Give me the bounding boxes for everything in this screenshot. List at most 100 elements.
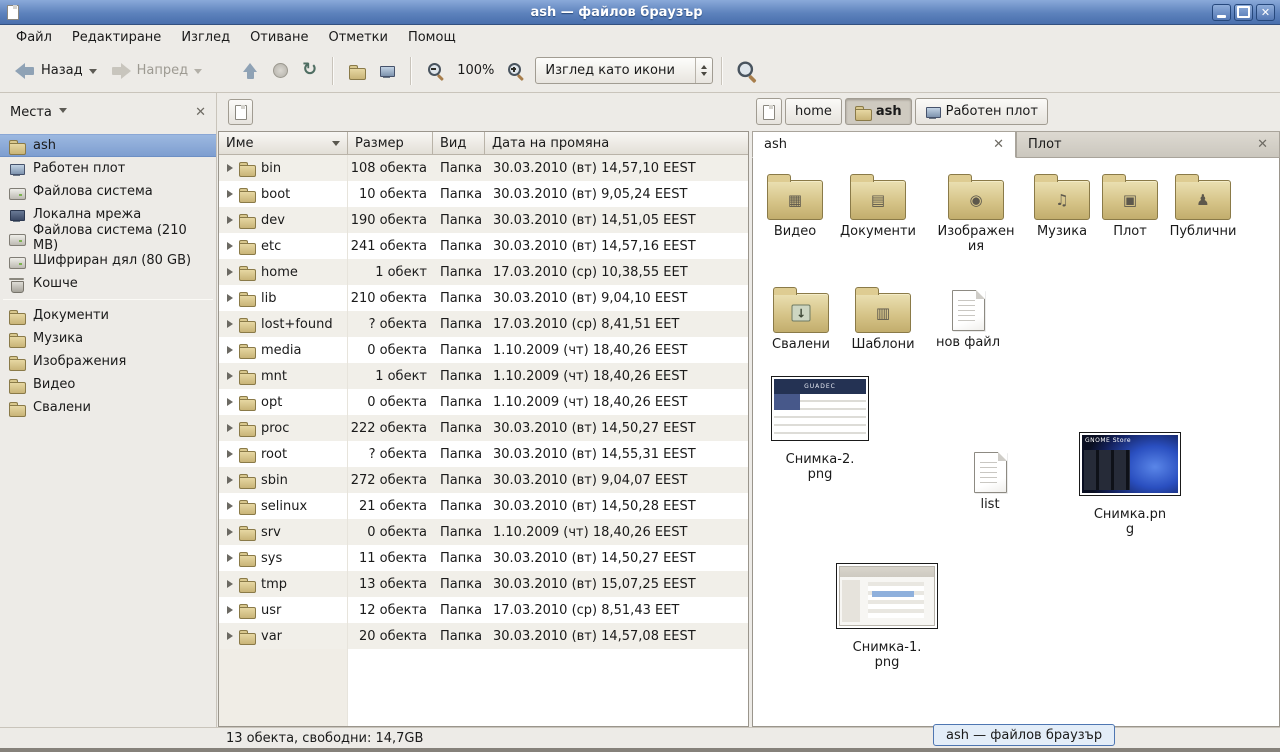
up-button[interactable]	[235, 57, 266, 85]
expander-icon[interactable]	[227, 242, 233, 250]
icon-grid-item[interactable]: ▤ Документи	[836, 172, 920, 240]
expander-icon[interactable]	[227, 268, 233, 276]
tree-row[interactable]: boot 10 обекта Папка 30.03.2010 (вт) 9,0…	[219, 181, 748, 207]
tree-row[interactable]: usr 12 обекта Папка 17.03.2010 (ср) 8,51…	[219, 597, 748, 623]
search-button[interactable]	[731, 56, 762, 85]
tree-row[interactable]: dev 190 обекта Папка 30.03.2010 (вт) 14,…	[219, 207, 748, 233]
chevron-down-icon[interactable]	[89, 69, 97, 78]
reload-button[interactable]	[295, 56, 324, 85]
back-button[interactable]: Назад	[8, 57, 104, 85]
tree-row[interactable]: lib 210 обекта Папка 30.03.2010 (вт) 9,0…	[219, 285, 748, 311]
expander-icon[interactable]	[227, 372, 233, 380]
icon-grid-item[interactable]: list	[948, 445, 1032, 513]
icon-grid-item[interactable]: ◉ Изображения	[934, 172, 1018, 255]
tree-row[interactable]: srv 0 обекта Папка 1.10.2009 (чт) 18,40,…	[219, 519, 748, 545]
expander-icon[interactable]	[227, 450, 233, 458]
column-header-type[interactable]: Вид	[433, 132, 485, 155]
tree-row[interactable]: selinux 21 обекта Папка 30.03.2010 (вт) …	[219, 493, 748, 519]
expander-icon[interactable]	[227, 632, 233, 640]
icon-grid-item[interactable]: ▥ Шаблони	[841, 285, 925, 353]
titlebar[interactable]: ash — файлов браузър	[0, 0, 1280, 25]
tree-row[interactable]: home 1 обект Папка 17.03.2010 (ср) 10,38…	[219, 259, 748, 285]
sidebar-item[interactable]: Файлова система (210 MB)	[0, 226, 216, 249]
tab-close-button[interactable]	[993, 137, 1004, 152]
computer-button[interactable]	[372, 57, 402, 85]
icon-grid-item[interactable]: Снимка-1.png	[832, 563, 942, 671]
crumb-root-button[interactable]	[756, 98, 782, 125]
close-sidebar-button[interactable]	[195, 105, 206, 120]
expander-icon[interactable]	[227, 190, 233, 198]
tree-row[interactable]: media 0 обекта Папка 1.10.2009 (чт) 18,4…	[219, 337, 748, 363]
icon-grid-item[interactable]: ♟ Публични	[1161, 172, 1245, 240]
tab-plot[interactable]: Плот	[1016, 131, 1280, 158]
column-header-date[interactable]: Дата на промяна	[485, 132, 748, 155]
icon-grid-item[interactable]: нов файл	[926, 283, 1010, 351]
icon-grid-item[interactable]: ▦ Видео	[753, 172, 837, 240]
expander-icon[interactable]	[227, 606, 233, 614]
sidebar-item[interactable]: Музика	[0, 327, 216, 350]
expander-icon[interactable]	[227, 398, 233, 406]
icon-grid-item[interactable]: GUADEC GUADEC Снимка-2.png	[765, 376, 875, 483]
expander-icon[interactable]	[227, 216, 233, 224]
menu-item[interactable]: Отметки	[318, 27, 397, 48]
sidebar-item[interactable]: Работен плот	[0, 157, 216, 180]
forward-button[interactable]: Напред	[104, 57, 209, 85]
expander-icon[interactable]	[227, 528, 233, 536]
sidebar-item[interactable]: Изображения	[0, 350, 216, 373]
menu-item[interactable]: Изглед	[171, 27, 240, 48]
home-button[interactable]	[342, 57, 372, 85]
expander-icon[interactable]	[227, 502, 233, 510]
tree-row[interactable]: root ? обекта Папка 30.03.2010 (вт) 14,5…	[219, 441, 748, 467]
zoom-out-button[interactable]	[420, 56, 451, 85]
tree-row[interactable]: opt 0 обекта Папка 1.10.2009 (чт) 18,40,…	[219, 389, 748, 415]
sidebar-item[interactable]: Свалени	[0, 396, 216, 419]
icon-view-canvas[interactable]: ▦ Видео	[752, 158, 1280, 727]
icon-grid-item[interactable]: ↓ Свалени	[759, 285, 843, 353]
zoom-in-button[interactable]	[500, 56, 531, 85]
stop-button[interactable]	[266, 57, 295, 84]
menu-item[interactable]: Помощ	[398, 27, 466, 48]
sidebar-item[interactable]: Кошче	[0, 272, 216, 295]
tree-row[interactable]: lost+found ? обекта Папка 17.03.2010 (ср…	[219, 311, 748, 337]
tree-row[interactable]: sbin 272 обекта Папка 30.03.2010 (вт) 9,…	[219, 467, 748, 493]
tree-row[interactable]: sys 11 обекта Папка 30.03.2010 (вт) 14,5…	[219, 545, 748, 571]
crumb-home-button[interactable]: home	[785, 98, 842, 125]
tree-row[interactable]: proc 222 обекта Папка 30.03.2010 (вт) 14…	[219, 415, 748, 441]
pane-toggle-button[interactable]	[228, 99, 253, 125]
sidebar-item[interactable]: ash	[0, 134, 216, 157]
expander-icon[interactable]	[227, 294, 233, 302]
sidebar-item[interactable]: Видео	[0, 373, 216, 396]
crumb-ash-button[interactable]: ash	[845, 98, 912, 125]
tree-row[interactable]: mnt 1 обект Папка 1.10.2009 (чт) 18,40,2…	[219, 363, 748, 389]
tree-row[interactable]: bin 108 обекта Папка 30.03.2010 (вт) 14,…	[219, 155, 748, 181]
icon-grid-item[interactable]: GNOME Store GNOME Store Снимка.png	[1075, 432, 1185, 538]
places-selector-chevron-icon[interactable]	[59, 108, 67, 117]
column-header-size[interactable]: Размер	[348, 132, 433, 155]
view-mode-select[interactable]: Изглед като икони	[535, 57, 713, 84]
menu-item[interactable]: Отиване	[240, 27, 318, 48]
column-header-name[interactable]: Име	[219, 132, 348, 155]
minimize-button[interactable]	[1212, 4, 1231, 21]
spinner-arrows-icon[interactable]	[695, 58, 712, 83]
expander-icon[interactable]	[227, 320, 233, 328]
tab-close-button[interactable]	[1257, 137, 1268, 152]
close-button[interactable]	[1256, 4, 1275, 21]
menu-item[interactable]: Файл	[6, 27, 62, 48]
crumb-desktop-button[interactable]: Работен плот	[915, 98, 1048, 125]
expander-icon[interactable]	[227, 554, 233, 562]
expander-icon[interactable]	[227, 476, 233, 484]
sidebar-item[interactable]: Шифриран дял (80 GB)	[0, 249, 216, 272]
sidebar-item[interactable]: Файлова система	[0, 180, 216, 203]
expander-icon[interactable]	[227, 346, 233, 354]
expander-icon[interactable]	[227, 424, 233, 432]
menu-item[interactable]: Редактиране	[62, 27, 171, 48]
tree-row[interactable]: var 20 обекта Папка 30.03.2010 (вт) 14,5…	[219, 623, 748, 649]
tree-row[interactable]: tmp 13 обекта Папка 30.03.2010 (вт) 15,0…	[219, 571, 748, 597]
tab-ash[interactable]: ash	[752, 131, 1016, 158]
sidebar-item[interactable]: Документи	[0, 304, 216, 327]
maximize-button[interactable]	[1234, 4, 1253, 21]
tree-row[interactable]: etc 241 обекта Папка 30.03.2010 (вт) 14,…	[219, 233, 748, 259]
expander-icon[interactable]	[227, 164, 233, 172]
icon-grid-item[interactable]: ▣ Плот	[1088, 172, 1172, 240]
expander-icon[interactable]	[227, 580, 233, 588]
